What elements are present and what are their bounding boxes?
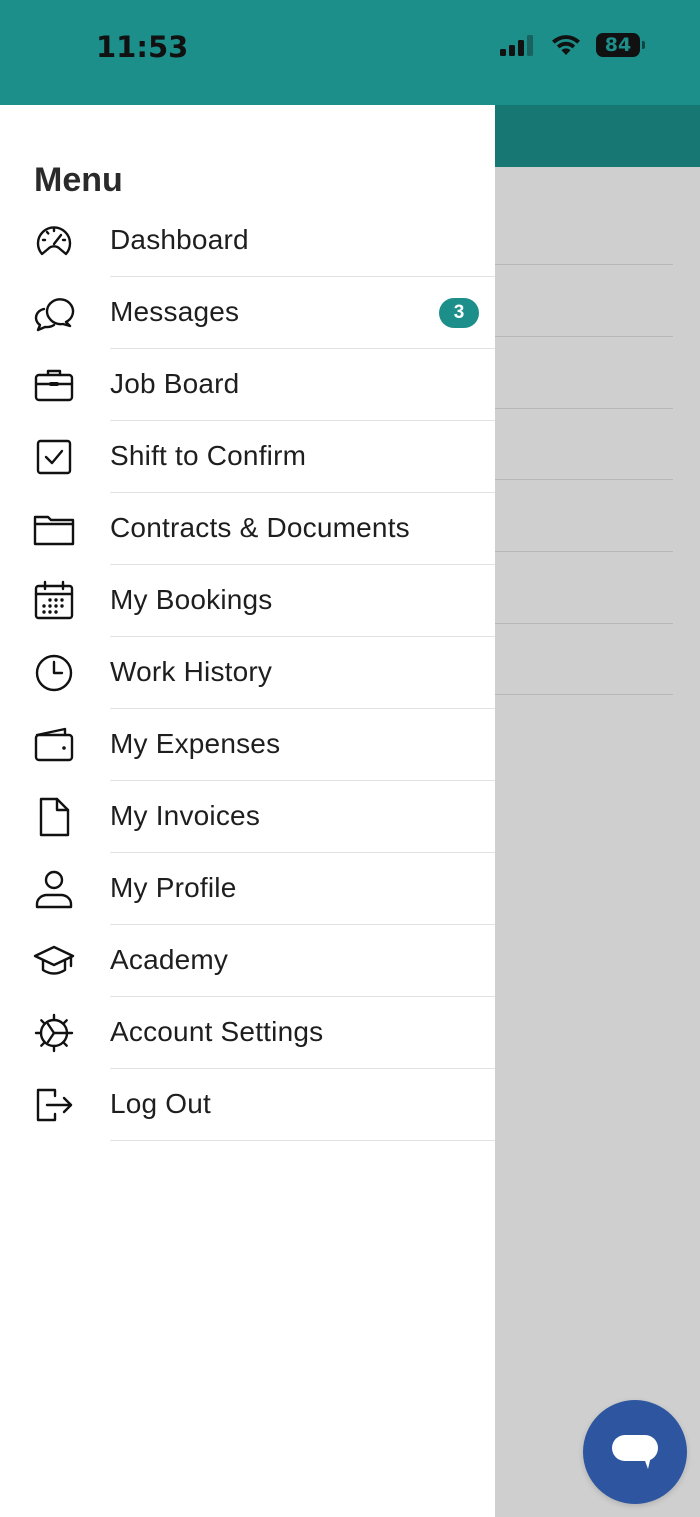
unread-count-badge: 3: [439, 298, 479, 328]
menu-item-log-out[interactable]: Log Out: [0, 1069, 495, 1141]
dashboard-gauge-icon: [32, 219, 76, 263]
menu-title: Menu: [34, 161, 123, 199]
briefcase-icon: [32, 363, 76, 407]
menu-item-label: Academy: [110, 944, 229, 975]
chat-bubbles-icon: [32, 291, 76, 335]
gear-icon: [32, 1011, 76, 1055]
logout-icon: [32, 1083, 76, 1127]
menu-item-label: Work History: [110, 656, 273, 687]
menu-item-job-board[interactable]: Job Board: [0, 349, 495, 421]
background-divider: [495, 694, 673, 695]
menu-item-shift-to-confirm[interactable]: Shift to Confirm: [0, 421, 495, 493]
menu-item-my-profile[interactable]: My Profile: [0, 853, 495, 925]
divider: [110, 1140, 495, 1141]
status-bar: 11:53 84: [0, 0, 700, 105]
menu-item-my-bookings[interactable]: My Bookings: [0, 565, 495, 637]
document-icon: [32, 795, 76, 839]
wallet-icon: [32, 723, 76, 767]
menu-item-my-invoices[interactable]: My Invoices: [0, 781, 495, 853]
status-time: 11:53: [96, 30, 189, 64]
menu-list: Dashboard Messages 3 Job Board Shift to …: [0, 205, 495, 1141]
menu-item-label: Messages: [110, 296, 240, 327]
user-icon: [32, 867, 76, 911]
cellular-signal-icon: [500, 35, 533, 56]
menu-item-label: My Expenses: [110, 728, 281, 759]
menu-item-label: Job Board: [110, 368, 240, 399]
menu-item-label: My Invoices: [110, 800, 261, 831]
background-divider: [495, 408, 673, 409]
folder-icon: [32, 507, 76, 551]
wifi-icon: [552, 35, 580, 55]
menu-item-work-history[interactable]: Work History: [0, 637, 495, 709]
background-divider: [495, 264, 673, 265]
battery-icon: 84: [596, 33, 645, 57]
chat-icon: [612, 1435, 658, 1469]
menu-item-contracts-documents[interactable]: Contracts & Documents: [0, 493, 495, 565]
menu-item-messages[interactable]: Messages 3: [0, 277, 495, 349]
menu-item-label: Account Settings: [110, 1016, 324, 1047]
background-header: [495, 105, 700, 167]
menu-item-label: Shift to Confirm: [110, 440, 307, 471]
checkbox-icon: [32, 435, 76, 479]
menu-item-label: Dashboard: [110, 224, 249, 255]
graduation-cap-icon: [32, 939, 76, 983]
menu-item-account-settings[interactable]: Account Settings: [0, 997, 495, 1069]
menu-item-academy[interactable]: Academy: [0, 925, 495, 997]
background-divider: [495, 551, 673, 552]
background-divider: [495, 479, 673, 480]
status-icons: 84: [500, 33, 645, 57]
menu-item-label: My Bookings: [110, 584, 273, 615]
menu-item-label: Contracts & Documents: [110, 512, 410, 543]
menu-item-my-expenses[interactable]: My Expenses: [0, 709, 495, 781]
menu-item-label: Log Out: [110, 1088, 212, 1119]
background-divider: [495, 336, 673, 337]
calendar-icon: [32, 579, 76, 623]
menu-item-dashboard[interactable]: Dashboard: [0, 205, 495, 277]
menu-item-label: My Profile: [110, 872, 237, 903]
navigation-drawer: Menu Dashboard Messages 3 Job Board Shif…: [0, 105, 495, 1517]
clock-icon: [32, 651, 76, 695]
background-divider: [495, 623, 673, 624]
chat-fab-button[interactable]: [583, 1400, 687, 1504]
